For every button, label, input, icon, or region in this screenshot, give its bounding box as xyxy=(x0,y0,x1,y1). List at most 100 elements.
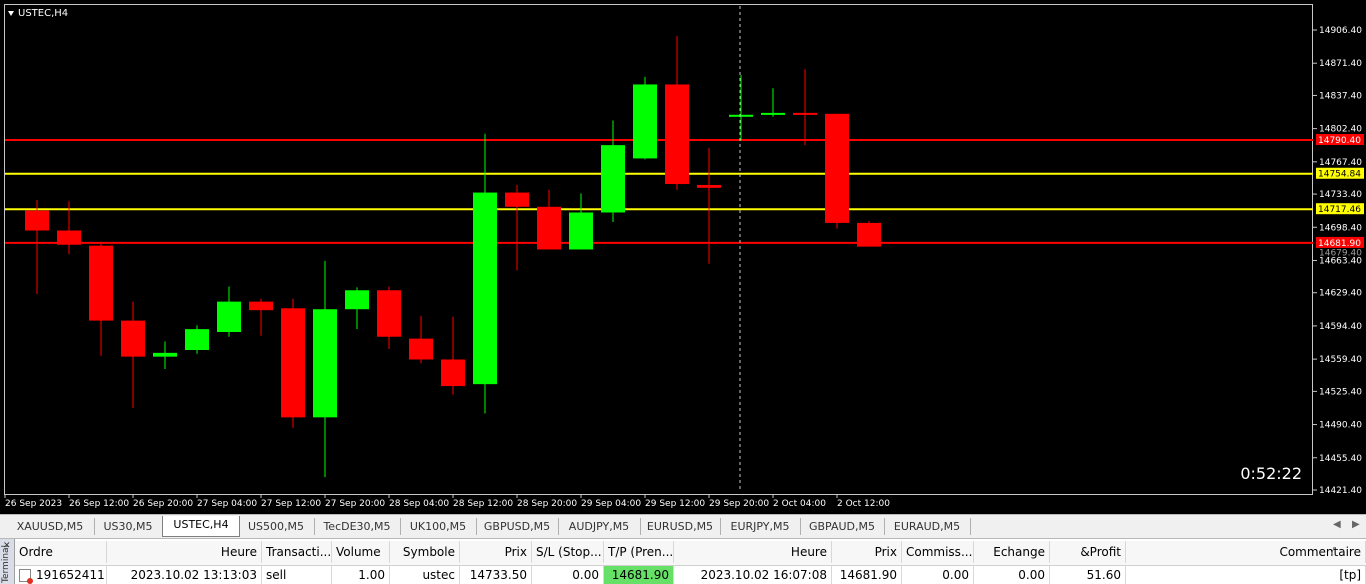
column-header[interactable]: Ordre xyxy=(15,541,107,563)
column-header[interactable]: Echange xyxy=(974,541,1050,563)
time-label: 28 Sep 12:00 xyxy=(453,499,513,509)
chart-title-text: USTEC,H4 xyxy=(18,8,69,19)
time-label: 27 Sep 20:00 xyxy=(325,499,385,509)
column-header[interactable]: Heure xyxy=(107,541,262,563)
price-label: 14906.40 xyxy=(1319,26,1362,36)
tab-eurjpy-m5[interactable]: EURJPY,M5 xyxy=(720,518,801,535)
price-label: 14525.40 xyxy=(1319,387,1362,397)
time-label: 27 Sep 04:00 xyxy=(197,499,257,509)
scroll-right-icon[interactable]: ▶ xyxy=(1352,519,1360,530)
table-cell: 0.00 xyxy=(532,566,604,584)
column-header[interactable]: &Profit xyxy=(1050,541,1126,563)
bull-candle xyxy=(153,352,177,357)
time-label: 29 Sep 12:00 xyxy=(645,499,705,509)
bear-candle xyxy=(665,84,689,185)
chart-window[interactable]: 14906.40 14871.40 14837.40 14802.40 14767.40… xyxy=(0,0,1366,514)
price-label: 14455.40 xyxy=(1319,454,1362,464)
table-header: Ordre Heure Transacti... Volume Symbole Prix S… xyxy=(15,541,1366,566)
tab-tecde30-m5[interactable]: TecDE30,M5 xyxy=(314,518,401,535)
tab-xauusd-m5[interactable]: XAUUSD,M5 xyxy=(6,518,95,535)
bear-candle xyxy=(249,301,273,311)
table-cell: 0.00 xyxy=(974,566,1050,584)
dropdown-triangle-icon[interactable] xyxy=(8,10,14,16)
price-label: 14698.40 xyxy=(1319,223,1362,233)
bull-candle xyxy=(185,329,209,351)
time-label: 2 Oct 12:00 xyxy=(837,499,890,509)
candle-timer: 0:52:22 xyxy=(1240,464,1302,483)
candlestick-chart[interactable]: 14906.40 14871.40 14837.40 14802.40 14767.40… xyxy=(0,0,1366,514)
price-label: 14733.40 xyxy=(1319,190,1362,200)
price-label: 14490.40 xyxy=(1319,421,1362,431)
column-header[interactable]: Prix xyxy=(460,541,532,563)
price-label: 14802.40 xyxy=(1319,125,1362,135)
bull-candle xyxy=(601,145,625,213)
tab-eurusd-m5[interactable]: EURUSD,M5 xyxy=(640,518,721,535)
overlap-price-label: 14679.40 xyxy=(1319,248,1362,258)
bull-candle xyxy=(473,192,497,385)
tab-gbpusd-m5[interactable]: GBPUSD,M5 xyxy=(476,518,559,535)
column-header[interactable]: Transacti... xyxy=(262,541,332,563)
column-header[interactable]: T/P (Pren... xyxy=(604,541,674,563)
scroll-left-icon[interactable]: ◀ xyxy=(1333,519,1341,530)
bear-candle xyxy=(57,230,81,245)
column-header[interactable]: Heure xyxy=(674,541,832,563)
price-label: 14837.40 xyxy=(1319,91,1362,101)
bull-candle xyxy=(569,212,593,250)
table-cell: 14681.90 xyxy=(832,566,902,584)
bear-candle xyxy=(505,192,529,207)
bear-candle xyxy=(25,210,49,231)
level-label: 14754.84 xyxy=(1318,170,1361,180)
table-cell: 14733.50 xyxy=(460,566,532,584)
bear-candle xyxy=(857,222,881,247)
time-label: 2 Oct 04:00 xyxy=(773,499,826,509)
time-label: 26 Sep 20:00 xyxy=(133,499,193,509)
bear-candle xyxy=(697,184,721,188)
column-header[interactable]: Volume xyxy=(332,541,390,563)
price-label: 14871.40 xyxy=(1319,59,1362,69)
bull-candle xyxy=(633,84,657,159)
time-label: 29 Sep 20:00 xyxy=(709,499,769,509)
time-label: 28 Sep 20:00 xyxy=(517,499,577,509)
tab-us30-m5[interactable]: US30,M5 xyxy=(94,518,163,535)
bull-candle xyxy=(761,112,785,115)
sort-indicator-icon: / xyxy=(1331,546,1335,557)
table-cell: 2023.10.02 16:07:08 xyxy=(674,566,832,584)
bear-candle xyxy=(89,245,113,321)
tab-gbpaud-m5[interactable]: GBPAUD,M5 xyxy=(800,518,885,535)
bull-candle xyxy=(313,309,337,418)
table-cell: 14681.90 xyxy=(604,566,674,584)
table-cell: [tp] xyxy=(1126,566,1366,584)
chart-title: USTEC,H4 xyxy=(8,8,68,19)
time-label: 29 Sep 04:00 xyxy=(581,499,641,509)
time-label: 27 Sep 12:00 xyxy=(261,499,321,509)
column-header[interactable]: Commentaire xyxy=(1126,541,1366,563)
tab-uk100-m5[interactable]: UK100,M5 xyxy=(400,518,477,535)
price-label: 14767.40 xyxy=(1319,158,1362,168)
bear-candle xyxy=(377,290,401,337)
column-header[interactable]: Prix xyxy=(832,541,902,563)
tab-euraud-m5[interactable]: EURAUD,M5 xyxy=(884,518,971,535)
time-label: 26 Sep 2023 xyxy=(5,499,62,509)
tab-audjpy-m5[interactable]: AUDJPY,M5 xyxy=(558,518,641,535)
price-label: 14594.40 xyxy=(1319,322,1362,332)
close-icon[interactable]: ✕ xyxy=(3,541,11,551)
tab-ustec-h4[interactable]: USTEC,H4 xyxy=(162,516,240,537)
bear-candle xyxy=(281,308,305,418)
table-cell: 191652411 xyxy=(15,566,107,584)
table-row[interactable]: 191652411 2023.10.02 13:13:03 sell 1.00 uste… xyxy=(15,566,1366,584)
table-cell: ustec xyxy=(390,566,460,584)
table-cell: 51.60 xyxy=(1050,566,1126,584)
tab-us500-m5[interactable]: US500,M5 xyxy=(238,518,315,535)
bear-candle xyxy=(441,359,465,387)
column-header[interactable]: Commiss... xyxy=(902,541,974,563)
column-header[interactable]: S/L (Stop... xyxy=(532,541,604,563)
bear-candle xyxy=(409,338,433,360)
price-label: 14629.40 xyxy=(1319,289,1362,299)
bull-candle xyxy=(345,290,369,310)
table-cell: 0.00 xyxy=(902,566,974,584)
terminal-side-label: Terminal ✕ xyxy=(0,539,15,584)
order-number: 191652411 xyxy=(36,568,105,582)
bear-candle xyxy=(825,113,849,223)
column-header[interactable]: Symbole xyxy=(390,541,460,563)
level-label: 14717.46 xyxy=(1318,205,1361,215)
